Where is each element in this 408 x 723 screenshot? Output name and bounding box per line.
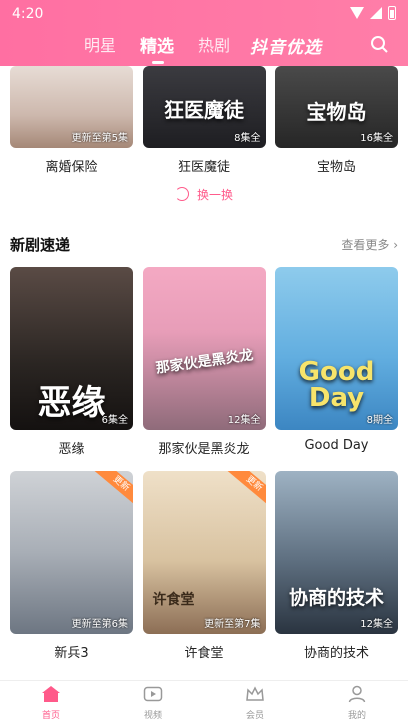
new-drama-row-1: 恶缘 6集全 恶缘 那家伙是黑炎龙 12集全 那家伙是黑炎龙 Good Day …: [10, 267, 398, 457]
poster-image[interactable]: 更新 许食堂 更新至第7集: [142, 471, 266, 634]
see-more-label: 查看更多: [341, 238, 390, 252]
refresh-icon: [174, 187, 189, 201]
user-icon: [348, 685, 366, 702]
featured-row: 更新至第5集 离婚保险 狂医魔徒 8集全 狂医魔徒 宝物岛 16集全 宝物岛: [10, 66, 398, 175]
drama-title[interactable]: 离婚保险: [10, 156, 133, 175]
tab-hot-drama[interactable]: 热剧: [198, 32, 230, 58]
refresh-button[interactable]: 换一换: [0, 186, 408, 203]
poster-image[interactable]: 宝物岛 16集全: [275, 66, 398, 148]
wifi-icon: [350, 7, 364, 19]
poster-image[interactable]: 那家伙是黑炎龙 12集全: [142, 267, 266, 430]
drama-title[interactable]: 狂医魔徒: [143, 156, 266, 175]
tab-featured[interactable]: 精选: [140, 32, 174, 64]
poster-image[interactable]: 狂医魔徒 8集全: [142, 66, 266, 148]
episode-badge: 更新至第7集: [204, 619, 261, 630]
refresh-label: 换一换: [196, 188, 233, 202]
nav-profile[interactable]: 我的: [317, 685, 397, 721]
drama-card[interactable]: 那家伙是黑炎龙 12集全 那家伙是黑炎龙: [142, 267, 266, 457]
status-icons: [350, 6, 396, 20]
section-title: 新剧速递: [10, 236, 71, 254]
drama-title[interactable]: 新兵3: [10, 642, 133, 661]
drama-card[interactable]: 更新 许食堂 更新至第7集 许食堂: [142, 471, 266, 661]
content-scroll[interactable]: 更新至第5集 离婚保险 狂医魔徒 8集全 狂医魔徒 宝物岛 16集全 宝物岛 换…: [0, 66, 408, 680]
poster-overlay-title: 许食堂: [152, 592, 195, 608]
episode-badge: 12集全: [227, 415, 261, 426]
new-drama-row-2: 更新 更新至第6集 新兵3 更新 许食堂 更新至第7集 许食堂 协商的技术 12…: [10, 471, 398, 661]
episode-badge: 12集全: [360, 619, 393, 630]
episode-badge: 更新至第5集: [71, 133, 128, 144]
poster-overlay-title: 那家伙是黑炎龙: [154, 347, 254, 377]
signal-icon: [370, 7, 382, 19]
drama-card[interactable]: Good Day 8期全 Good Day: [275, 267, 398, 457]
tab-stars[interactable]: 明星: [84, 32, 116, 58]
new-drama-header: 新剧速递 查看更多 ›: [10, 234, 398, 258]
search-icon[interactable]: [370, 35, 388, 53]
poster-image[interactable]: 恶缘 6集全: [10, 267, 133, 430]
nav-home[interactable]: 首页: [11, 685, 91, 721]
drama-title[interactable]: 宝物岛: [275, 156, 398, 175]
drama-title[interactable]: 协商的技术: [275, 642, 398, 661]
video-icon: [143, 686, 163, 701]
update-ribbon: 更新: [93, 471, 133, 509]
nav-label: 首页: [41, 710, 60, 721]
poster-image[interactable]: 更新 更新至第6集: [10, 471, 133, 634]
update-ribbon: 更新: [226, 471, 266, 509]
nav-vip[interactable]: 会员: [215, 685, 295, 721]
brand-logo[interactable]: 抖音优选: [250, 33, 322, 58]
chevron-right-icon: ›: [393, 238, 398, 252]
poster-image[interactable]: 更新至第5集: [10, 66, 133, 148]
drama-card[interactable]: 更新至第5集 离婚保险: [10, 66, 133, 175]
poster-overlay-title: 协商的技术: [288, 587, 384, 609]
drama-title[interactable]: 许食堂: [143, 642, 266, 661]
drama-card[interactable]: 宝物岛 16集全 宝物岛: [275, 66, 398, 175]
status-time: 4:20: [12, 6, 44, 22]
app-root: 4:20 明星 精选 热剧 抖音优选 更新至第5集 离婚保险 狂医魔徒 8集全 …: [0, 0, 408, 723]
drama-title[interactable]: Good Day: [275, 438, 398, 453]
bottom-nav: 首页 视频 会员 我的: [0, 680, 408, 723]
category-tabs: 明星 精选 热剧: [84, 32, 254, 64]
poster-overlay-title: 狂医魔徒: [164, 98, 244, 122]
crown-icon: [246, 685, 264, 701]
status-bar: 4:20: [0, 0, 408, 30]
episode-badge: 更新至第6集: [71, 619, 128, 630]
nav-video[interactable]: 视频: [113, 685, 193, 721]
nav-label: 会员: [245, 710, 264, 721]
battery-icon: [388, 6, 396, 20]
home-icon: [42, 685, 60, 702]
poster-image[interactable]: Good Day 8期全: [275, 267, 398, 430]
drama-card[interactable]: 恶缘 6集全 恶缘: [10, 267, 133, 457]
episode-badge: 8集全: [234, 133, 261, 144]
drama-title[interactable]: 恶缘: [10, 438, 133, 457]
poster-overlay-title: Good Day: [298, 357, 375, 413]
drama-card[interactable]: 狂医魔徒 8集全 狂医魔徒: [142, 66, 266, 175]
top-header: 4:20 明星 精选 热剧 抖音优选: [0, 0, 408, 66]
episode-badge: 8期全: [366, 415, 393, 426]
drama-title[interactable]: 那家伙是黑炎龙: [143, 438, 266, 457]
episode-badge: 6集全: [101, 415, 128, 426]
nav-label: 视频: [143, 710, 162, 721]
poster-image[interactable]: 协商的技术 12集全: [275, 471, 398, 634]
drama-card[interactable]: 更新 更新至第6集 新兵3: [10, 471, 133, 661]
poster-overlay-title: 宝物岛: [306, 100, 367, 124]
episode-badge: 16集全: [360, 133, 393, 144]
nav-label: 我的: [347, 710, 366, 721]
see-more-link[interactable]: 查看更多 ›: [341, 236, 398, 253]
drama-card[interactable]: 协商的技术 12集全 协商的技术: [275, 471, 398, 661]
